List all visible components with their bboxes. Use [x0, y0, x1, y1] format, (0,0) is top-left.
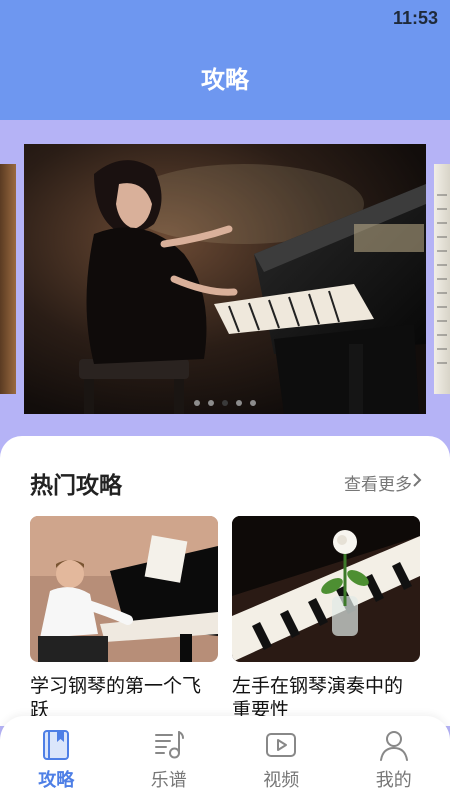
status-time: 11:53	[392, 8, 438, 28]
banner-next-peek[interactable]	[434, 164, 450, 394]
banner-prev-peek[interactable]	[0, 164, 16, 394]
article-title[interactable]: 学习钢琴的第一个飞跃	[30, 674, 218, 722]
tab-label: 我的	[375, 770, 412, 791]
piano-rose-image	[232, 516, 420, 662]
page-title: 攻略	[201, 66, 249, 94]
section-title: 热门攻略	[30, 473, 122, 499]
article-thumbnail[interactable]	[30, 516, 218, 662]
tab-sheet-music[interactable]: 乐谱	[113, 716, 226, 800]
bottom-navigation: 攻略 乐谱 视频 我的	[0, 716, 450, 800]
tab-guides[interactable]: 攻略	[0, 716, 113, 800]
header: 攻略	[0, 36, 450, 120]
carousel-dots	[24, 400, 426, 406]
video-icon	[266, 733, 297, 757]
view-more-link[interactable]: 查看更多	[344, 470, 412, 495]
article-card[interactable]: 学习钢琴的第一个飞跃	[30, 516, 218, 721]
article-title[interactable]: 左手在钢琴演奏中的重要性	[232, 674, 420, 722]
article-thumbnail[interactable]	[232, 516, 420, 662]
tab-label: 攻略	[38, 770, 75, 791]
music-score-icon	[154, 731, 184, 759]
tab-profile[interactable]: 我的	[338, 716, 450, 800]
boy-at-piano-image	[30, 516, 218, 662]
profile-icon	[379, 731, 408, 761]
carousel-dot[interactable]	[236, 400, 242, 406]
carousel-dot[interactable]	[194, 400, 200, 406]
carousel-dot[interactable]	[250, 400, 256, 406]
banner-carousel[interactable]	[0, 120, 450, 440]
status-bar: 11:53	[0, 0, 450, 36]
carousel-dot[interactable]	[208, 400, 214, 406]
pianist-illustration	[24, 144, 426, 414]
carousel-dot-active[interactable]	[222, 400, 228, 406]
tab-label: 视频	[263, 770, 300, 791]
book-icon	[43, 730, 70, 760]
tab-label: 乐谱	[150, 770, 187, 791]
article-card[interactable]: 左手在钢琴演奏中的重要性	[232, 516, 420, 721]
hot-guides-section: 热门攻略 查看更多 学习钢琴的第一个飞跃 左手在钢琴演奏中的重要性	[0, 436, 450, 726]
tab-videos[interactable]: 视频	[225, 716, 338, 800]
banner-image[interactable]	[24, 144, 426, 414]
chevron-right-icon[interactable]	[410, 470, 424, 490]
